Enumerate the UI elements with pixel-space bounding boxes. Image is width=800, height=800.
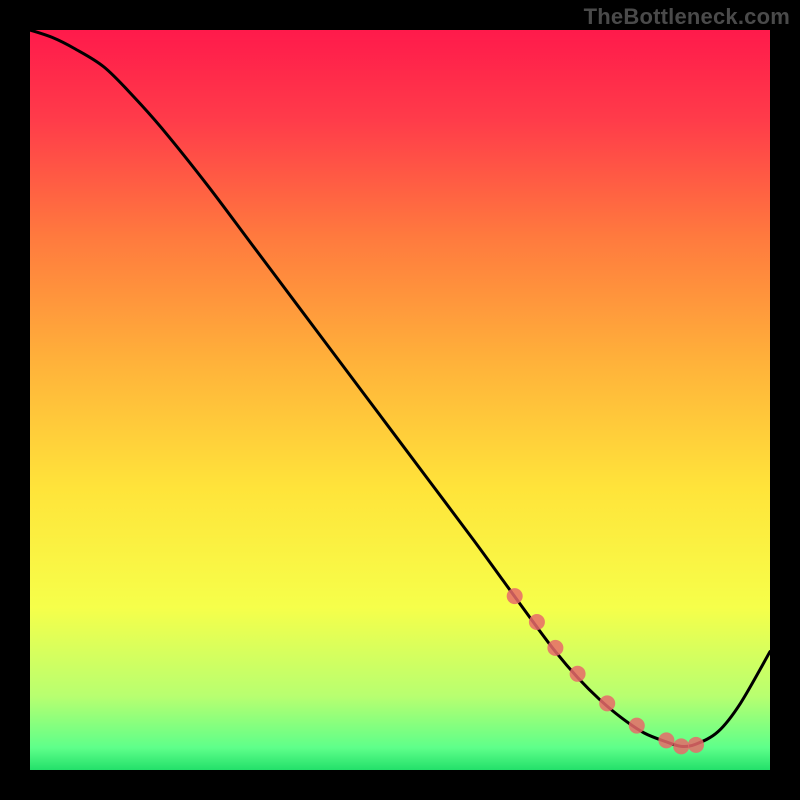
- gradient-rect: [30, 30, 770, 770]
- marker-point: [547, 640, 563, 656]
- plot-area: [30, 30, 770, 770]
- marker-point: [629, 718, 645, 734]
- marker-point: [658, 732, 674, 748]
- attribution-label: TheBottleneck.com: [584, 4, 790, 30]
- marker-point: [599, 695, 615, 711]
- marker-point: [507, 588, 523, 604]
- marker-point: [688, 737, 704, 753]
- marker-point: [673, 738, 689, 754]
- plot-svg: [30, 30, 770, 770]
- marker-point: [529, 614, 545, 630]
- chart-frame: TheBottleneck.com: [0, 0, 800, 800]
- marker-point: [570, 666, 586, 682]
